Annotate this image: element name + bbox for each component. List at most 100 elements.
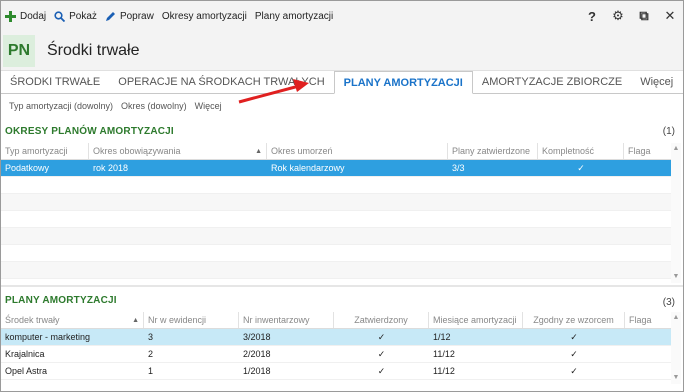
module-header: PN Środki trwałe — [1, 31, 683, 71]
plans-scrollbar[interactable]: ▲ ▼ — [671, 312, 681, 384]
col-asset-label: Środek trwały — [5, 315, 60, 325]
pencil-icon — [105, 11, 115, 21]
plans-label: Plany amortyzacji — [254, 10, 334, 22]
table-row[interactable]: komputer - marketing 3 3/2018 ✓ 1/12 ✓ — [1, 329, 671, 346]
toolbar: Dodaj Pokaż Popraw Okresy amortyzacji Pl… — [1, 1, 683, 31]
section-divider[interactable] — [1, 285, 683, 287]
cell-amortization-period: Rok kalendarzowy — [271, 163, 345, 173]
filter-bar: Typ amortyzacji (dowolny) Okres (dowolny… — [1, 97, 683, 115]
cell-pattern: ✓ — [570, 331, 578, 342]
cell-months: 1/12 — [433, 332, 451, 342]
periods-count: (1) — [662, 126, 675, 137]
empty-row — [1, 177, 671, 194]
settings-icon[interactable]: ⚙ — [605, 1, 631, 31]
window-controls: ? ⚙ ⧉ ✕ — [579, 1, 683, 31]
plans-grid: Środek trwały ▲ Nr w ewidencji Nr inwent… — [1, 312, 671, 380]
cell-pattern: ✓ — [570, 348, 578, 359]
tab-asset-operations[interactable]: OPERACJE NA ŚRODKACH TRWAŁYCH — [109, 71, 333, 93]
cell-approved-plans: 3/3 — [452, 163, 465, 173]
col-pattern[interactable]: Zgodny ze wzorcem — [523, 312, 625, 328]
cell-reg-no: 3 — [148, 332, 154, 342]
app-window: Dodaj Pokaż Popraw Okresy amortyzacji Pl… — [0, 0, 684, 392]
edit-button[interactable]: Popraw — [101, 1, 158, 31]
empty-row — [1, 228, 671, 245]
col-validity-label: Okres obowiązywania — [93, 146, 181, 156]
col-type[interactable]: Typ amortyzacji — [1, 143, 89, 159]
cell-approved: ✓ — [377, 348, 386, 359]
col-asset[interactable]: Środek trwały ▲ — [1, 312, 144, 328]
show-button[interactable]: Pokaż — [50, 1, 101, 31]
edit-label: Popraw — [119, 10, 154, 22]
empty-row — [1, 245, 671, 262]
tab-fixed-assets[interactable]: ŚRODKI TRWAŁE — [1, 71, 109, 93]
cell-validity: rok 2018 — [93, 163, 129, 173]
cell-asset: komputer - marketing — [5, 332, 91, 342]
scroll-up-icon[interactable]: ▲ — [672, 314, 680, 322]
cell-type: Podatkowy — [5, 163, 50, 173]
col-flag[interactable]: Flaga — [624, 143, 671, 159]
periods-scrollbar[interactable]: ▲ ▼ — [671, 143, 681, 283]
close-icon[interactable]: ✕ — [657, 1, 683, 31]
col-validity[interactable]: Okres obowiązywania ▲ — [89, 143, 267, 159]
page-title: Środki trwałe — [47, 41, 140, 59]
cell-inv-no: 3/2018 — [243, 332, 271, 342]
filter-period[interactable]: Okres (dowolny) — [121, 101, 187, 111]
sort-asc-icon: ▲ — [132, 316, 139, 324]
filter-type[interactable]: Typ amortyzacji (dowolny) — [9, 101, 113, 111]
cell-approved: ✓ — [377, 331, 386, 342]
cell-approved: ✓ — [377, 365, 386, 376]
cell-pattern: ✓ — [570, 365, 578, 376]
empty-row — [1, 262, 671, 279]
plans-grid-header: Środek trwały ▲ Nr w ewidencji Nr inwent… — [1, 312, 671, 329]
scroll-down-icon[interactable]: ▼ — [672, 374, 680, 382]
periods-grid-header: Typ amortyzacji Okres obowiązywania ▲ Ok… — [1, 143, 671, 160]
filter-more[interactable]: Więcej — [195, 101, 222, 111]
cell-flag — [624, 160, 671, 176]
cell-asset: Krajalnica — [5, 349, 45, 359]
plans-button[interactable]: Plany amortyzacji — [251, 1, 337, 31]
tab-bar: ŚRODKI TRWAŁE OPERACJE NA ŚRODKACH TRWAŁ… — [1, 71, 683, 94]
col-completeness[interactable]: Kompletność — [538, 143, 624, 159]
cell-flag — [625, 363, 671, 379]
tab-depreciation-plans[interactable]: PLANY AMORTYZACJI — [333, 71, 473, 94]
periods-button[interactable]: Okresy amortyzacji — [158, 1, 251, 31]
cell-inv-no: 2/2018 — [243, 349, 271, 359]
sort-asc-icon: ▲ — [255, 147, 262, 155]
col-approved[interactable]: Zatwierdzony — [334, 312, 429, 328]
plans-count: (3) — [662, 297, 675, 308]
periods-section-title: OKRESY PLANÓW AMORTYZACJI — [5, 126, 174, 137]
periods-label: Okresy amortyzacji — [161, 10, 247, 22]
table-row[interactable]: Krajalnica 2 2/2018 ✓ 11/12 ✓ — [1, 346, 671, 363]
show-label: Pokaż — [69, 10, 97, 22]
col-flag[interactable]: Flaga — [625, 312, 671, 328]
col-reg-no[interactable]: Nr w ewidencji — [144, 312, 239, 328]
col-inv-no[interactable]: Nr inwentarzowy — [239, 312, 334, 328]
col-months[interactable]: Miesiące amortyzacji — [429, 312, 523, 328]
table-row[interactable]: Opel Astra 1 1/2018 ✓ 11/12 ✓ — [1, 363, 671, 380]
col-amortization-period[interactable]: Okres umorzeń — [267, 143, 448, 159]
cell-reg-no: 1 — [148, 366, 154, 376]
empty-row — [1, 194, 671, 211]
col-approved-plans[interactable]: Plany zatwierdzone — [448, 143, 538, 159]
cell-completeness: ✓ — [577, 162, 585, 173]
tab-more[interactable]: Więcej — [631, 71, 682, 93]
search-icon — [54, 10, 66, 22]
scroll-down-icon[interactable]: ▼ — [672, 273, 680, 281]
tab-bulk-depreciation[interactable]: AMORTYZACJE ZBIORCZE — [473, 71, 631, 93]
add-button[interactable]: Dodaj — [1, 1, 50, 31]
periods-grid: Typ amortyzacji Okres obowiązywania ▲ Ok… — [1, 143, 671, 279]
scroll-up-icon[interactable]: ▲ — [672, 145, 680, 153]
restore-icon[interactable]: ⧉ — [631, 1, 657, 31]
cell-inv-no: 1/2018 — [243, 366, 271, 376]
cell-flag — [625, 346, 671, 362]
module-badge: PN — [3, 34, 35, 67]
cell-reg-no: 2 — [148, 349, 154, 359]
plus-icon — [5, 10, 16, 22]
help-icon[interactable]: ? — [579, 1, 605, 31]
table-row[interactable]: Podatkowy rok 2018 Rok kalendarzowy 3/3 … — [1, 160, 671, 177]
cell-asset: Opel Astra — [5, 366, 48, 376]
cell-months: 11/12 — [433, 366, 455, 376]
cell-months: 11/12 — [433, 349, 455, 359]
plans-section-title: PLANY AMORTYZACJI — [5, 295, 117, 306]
cell-flag — [625, 329, 671, 345]
